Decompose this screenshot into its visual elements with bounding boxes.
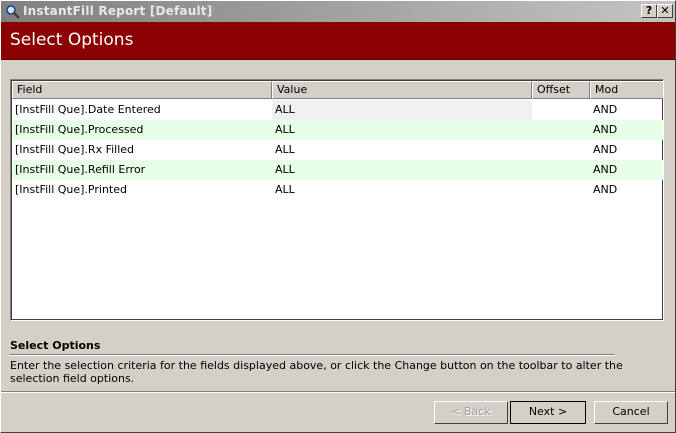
table-row[interactable]: [InstFill Que].Refill Error ALL AND <box>12 160 663 180</box>
mod-cell[interactable]: AND <box>590 100 663 120</box>
table-row[interactable]: [InstFill Que].Printed ALL AND <box>12 180 663 200</box>
offset-cell[interactable] <box>532 180 590 200</box>
grid-rows: [InstFill Que].Date Entered ALL AND [Ins… <box>12 100 663 200</box>
close-icon: ✕ <box>660 4 670 17</box>
window-title: InstantFill Report [Default] <box>23 4 213 18</box>
title-bar[interactable]: InstantFill Report [Default] ? ✕ <box>1 1 675 22</box>
next-button[interactable]: Next > <box>510 401 586 424</box>
page-title: Select Options <box>10 30 134 50</box>
field-cell[interactable]: [InstFill Que].Processed <box>12 120 272 140</box>
mod-cell[interactable]: AND <box>590 160 663 180</box>
header-band: Select Options <box>1 22 675 60</box>
field-cell[interactable]: [InstFill Que].Printed <box>12 180 272 200</box>
mod-cell[interactable]: AND <box>590 120 663 140</box>
offset-cell[interactable] <box>532 100 590 120</box>
offset-cell[interactable] <box>532 140 590 160</box>
description-divider <box>10 354 614 356</box>
mod-cell[interactable]: AND <box>590 140 663 160</box>
back-button[interactable]: < Back <box>434 401 508 424</box>
value-cell[interactable]: ALL <box>272 140 532 160</box>
help-button[interactable]: ? <box>641 4 657 18</box>
field-cell[interactable]: [InstFill Que].Date Entered <box>12 100 272 120</box>
column-header-mod[interactable]: Mod <box>590 81 663 99</box>
field-cell[interactable]: [InstFill Que].Refill Error <box>12 160 272 180</box>
offset-cell[interactable] <box>532 160 590 180</box>
table-row[interactable]: [InstFill Que].Date Entered ALL AND <box>12 100 663 120</box>
column-header-value[interactable]: Value <box>272 81 532 99</box>
help-icon: ? <box>645 4 653 17</box>
table-row[interactable]: [InstFill Que].Rx Filled ALL AND <box>12 140 663 160</box>
cancel-button[interactable]: Cancel <box>594 401 668 424</box>
offset-cell[interactable] <box>532 120 590 140</box>
report-dialog: InstantFill Report [Default] ? ✕ Select … <box>0 0 676 433</box>
close-button[interactable]: ✕ <box>657 4 673 18</box>
value-cell[interactable]: ALL <box>272 160 532 180</box>
value-cell[interactable]: ALL <box>272 180 532 200</box>
table-row[interactable]: [InstFill Que].Processed ALL AND <box>12 120 663 140</box>
footer-divider <box>1 391 675 393</box>
options-grid[interactable]: Field Value Offset Mod [InstFill Que].Da… <box>10 79 664 321</box>
value-cell[interactable]: ALL <box>272 120 532 140</box>
column-header-offset[interactable]: Offset <box>532 81 590 99</box>
mod-cell[interactable]: AND <box>590 180 663 200</box>
description-title: Select Options <box>10 339 101 352</box>
column-header-field[interactable]: Field <box>12 81 272 99</box>
magnifier-icon <box>5 4 21 20</box>
description-text: Enter the selection criteria for the fie… <box>10 359 623 385</box>
value-cell[interactable]: ALL <box>272 100 532 120</box>
grid-header: Field Value Offset Mod <box>12 81 663 99</box>
field-cell[interactable]: [InstFill Que].Rx Filled <box>12 140 272 160</box>
